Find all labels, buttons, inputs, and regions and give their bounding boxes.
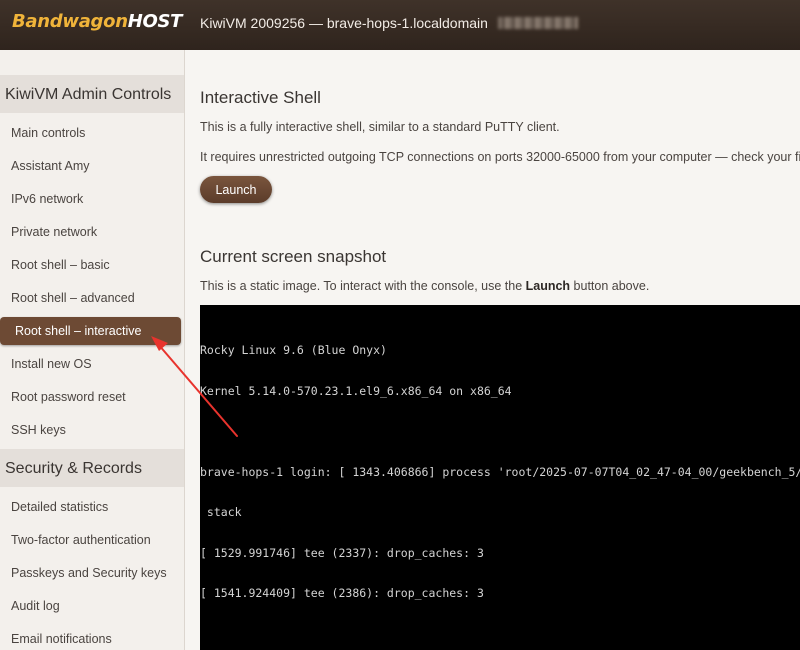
sidebar-item-private-network[interactable]: Private network (11, 225, 97, 239)
sidebar-item-two-factor-auth[interactable]: Two-factor authentication (11, 533, 151, 547)
sidebar-item-root-password-reset[interactable]: Root password reset (11, 390, 126, 404)
brand-logo[interactable]: BandwagonHOST (12, 11, 182, 32)
main-content: Interactive Shell This is a fully intera… (186, 50, 800, 650)
sidebar-section-admin-controls: KiwiVM Admin Controls (0, 75, 184, 113)
sidebar-item-main-controls[interactable]: Main controls (11, 126, 85, 140)
sidebar-section-security-records: Security & Records (0, 449, 184, 487)
console-line: Kernel 5.14.0-570.23.1.el9_6.x86_64 on x… (200, 383, 512, 398)
vm-title: KiwiVM 2009256 — brave-hops-1.localdomai… (200, 15, 578, 31)
console-line: Rocky Linux 9.6 (Blue Onyx) (200, 343, 387, 357)
sidebar-item-ssh-keys[interactable]: SSH keys (11, 423, 66, 437)
top-header: BandwagonHOST KiwiVM 2009256 — brave-hop… (0, 0, 800, 50)
logo-text-part2: HOST (127, 11, 183, 32)
sidebar-item-email-notifications[interactable]: Email notifications (11, 632, 112, 646)
vm-title-text: KiwiVM 2009256 — brave-hops-1.localdomai… (200, 15, 488, 31)
snapshot-desc-post: button above. (570, 279, 650, 293)
console-snapshot: Rocky Linux 9.6 (Blue Onyx) Kernel 5.14.… (200, 305, 800, 650)
sidebar-item-root-shell-basic[interactable]: Root shell – basic (11, 258, 110, 272)
snapshot-desc-launch-word: Launch (525, 279, 571, 293)
snapshot-heading: Current screen snapshot (200, 247, 387, 266)
logo-text-part1: Bandwagon (12, 11, 128, 32)
sidebar-item-root-shell-interactive[interactable]: Root shell – interactive (0, 317, 181, 345)
sidebar-item-audit-log[interactable]: Audit log (11, 599, 60, 613)
launch-button[interactable]: Launch (200, 176, 272, 203)
shell-requirements: It requires unrestricted outgoing TCP co… (200, 150, 800, 164)
console-line: [ 1541.924409] tee (2386): drop_caches: … (200, 586, 484, 600)
sidebar-item-passkeys[interactable]: Passkeys and Security keys (11, 566, 167, 580)
snapshot-description: This is a static image. To interact with… (200, 279, 649, 293)
console-line: stack (200, 505, 242, 519)
sidebar-item-label: Root shell – interactive (15, 324, 142, 338)
sidebar: KiwiVM Admin Controls Main controls Assi… (0, 50, 185, 650)
sidebar-item-detailed-statistics[interactable]: Detailed statistics (11, 500, 108, 514)
redacted-ip (497, 17, 578, 29)
console-line: [ 1529.991746] tee (2337): drop_caches: … (200, 545, 484, 560)
console-line: brave-hops-1 login: [ 1343.406866] proce… (200, 464, 800, 479)
sidebar-item-root-shell-advanced[interactable]: Root shell – advanced (11, 291, 135, 305)
sidebar-item-ipv6-network[interactable]: IPv6 network (11, 192, 83, 206)
shell-description: This is a fully interactive shell, simil… (200, 120, 560, 134)
snapshot-desc-pre: This is a static image. To interact with… (200, 279, 526, 293)
sidebar-item-assistant-amy[interactable]: Assistant Amy (11, 159, 90, 173)
sidebar-item-install-new-os[interactable]: Install new OS (11, 357, 92, 371)
interactive-shell-heading: Interactive Shell (200, 88, 321, 107)
